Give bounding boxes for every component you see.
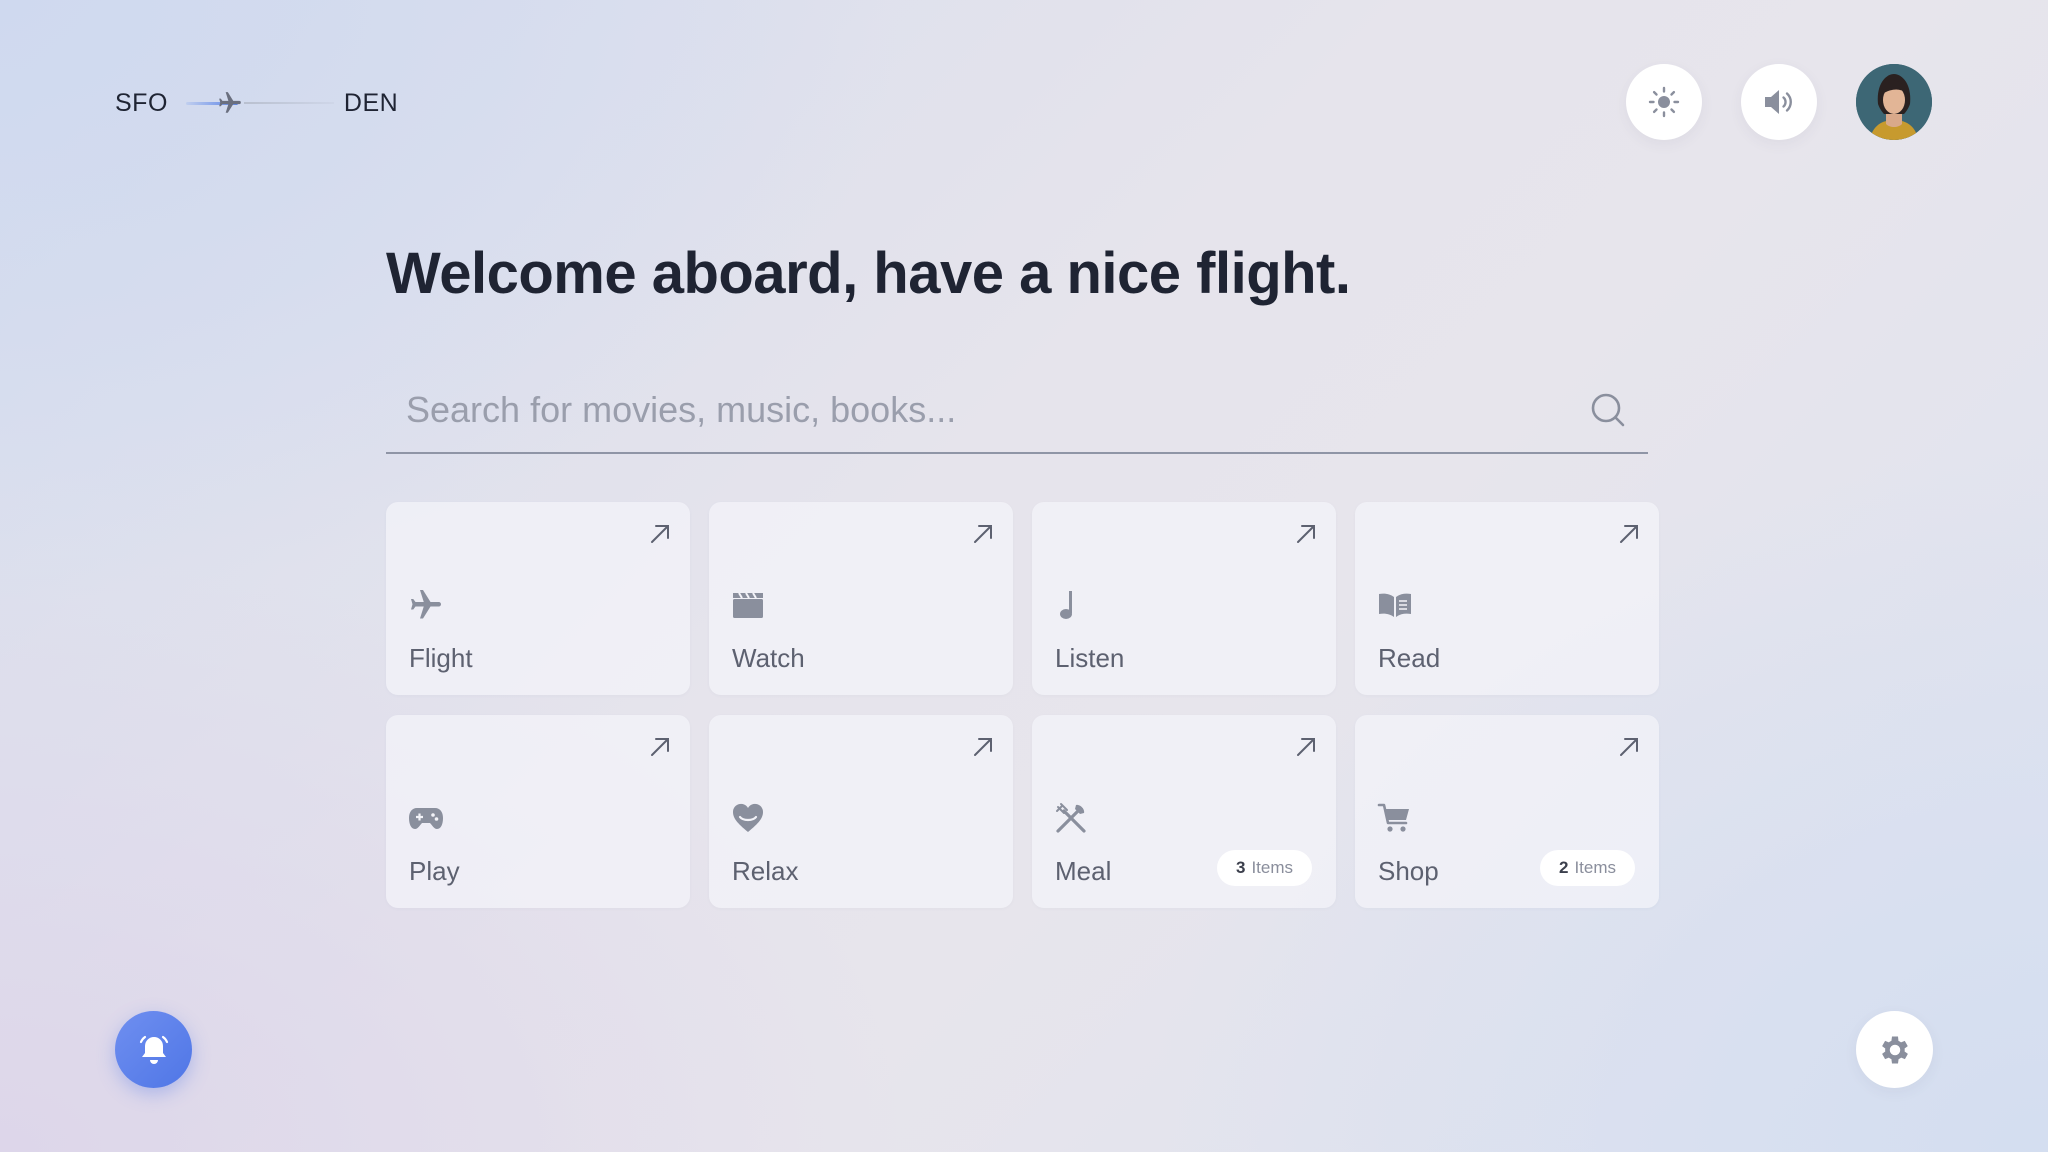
card-label: Meal <box>1055 856 1112 886</box>
settings-button[interactable] <box>1856 1011 1933 1088</box>
speaker-icon <box>1765 90 1792 114</box>
card-label: Listen <box>1055 643 1125 673</box>
page-title: Welcome aboard, have a nice flight. <box>386 241 1351 306</box>
card-play[interactable]: Play <box>386 715 690 908</box>
music-note-icon <box>1054 586 1092 624</box>
arrow-up-right-icon <box>651 738 669 756</box>
gamepad-icon <box>408 799 446 837</box>
avatar[interactable] <box>1856 64 1932 140</box>
card-meal[interactable]: Meal 3 Items <box>1032 715 1336 908</box>
notifications-button[interactable] <box>115 1011 192 1088</box>
clapperboard-icon <box>731 586 769 624</box>
card-read[interactable]: Read <box>1355 502 1659 695</box>
card-shop[interactable]: Shop 2 Items <box>1355 715 1659 908</box>
sun-icon <box>1648 86 1680 118</box>
card-label: Relax <box>732 856 799 886</box>
flight-route: SFO DEN <box>115 86 398 120</box>
heart-icon <box>731 799 769 837</box>
cart-icon <box>1377 799 1415 837</box>
airplane-icon <box>408 586 446 624</box>
card-watch[interactable]: Watch <box>709 502 1013 695</box>
card-label: Shop <box>1378 856 1439 886</box>
search-bar <box>386 380 1648 454</box>
profile-photo <box>1856 64 1932 140</box>
items-badge: 2 Items <box>1539 850 1635 886</box>
arrow-up-right-icon <box>1620 738 1638 756</box>
search-icon[interactable] <box>1588 390 1628 430</box>
route-progress <box>176 86 336 120</box>
arrow-up-right-icon <box>974 525 992 543</box>
airplane-icon <box>219 92 241 113</box>
book-icon <box>1377 586 1415 624</box>
badge-count: 2 <box>1558 858 1569 877</box>
arrow-up-right-icon <box>1297 525 1315 543</box>
volume-button[interactable] <box>1741 64 1817 140</box>
arrow-up-right-icon <box>974 738 992 756</box>
route-progress-remaining <box>243 102 334 104</box>
card-label: Watch <box>732 643 805 673</box>
badge-text: Items <box>1574 858 1616 877</box>
search-input[interactable] <box>404 380 1558 440</box>
brightness-button[interactable] <box>1626 64 1702 140</box>
card-label: Play <box>409 856 460 886</box>
bell-icon <box>139 1035 168 1064</box>
card-relax[interactable]: Relax <box>709 715 1013 908</box>
arrow-up-right-icon <box>1297 738 1315 756</box>
badge-text: Items <box>1251 858 1293 877</box>
card-label: Flight <box>409 643 473 673</box>
badge-count: 3 <box>1235 858 1246 877</box>
destination-code: DEN <box>343 88 399 117</box>
gear-icon <box>1881 1036 1908 1063</box>
card-label: Read <box>1378 643 1441 673</box>
items-badge: 3 Items <box>1216 850 1312 886</box>
origin-code: SFO <box>115 88 168 117</box>
card-flight[interactable]: Flight <box>386 502 690 695</box>
card-listen[interactable]: Listen <box>1032 502 1336 695</box>
utensils-icon <box>1054 799 1092 837</box>
arrow-up-right-icon <box>651 525 669 543</box>
arrow-up-right-icon <box>1620 525 1638 543</box>
